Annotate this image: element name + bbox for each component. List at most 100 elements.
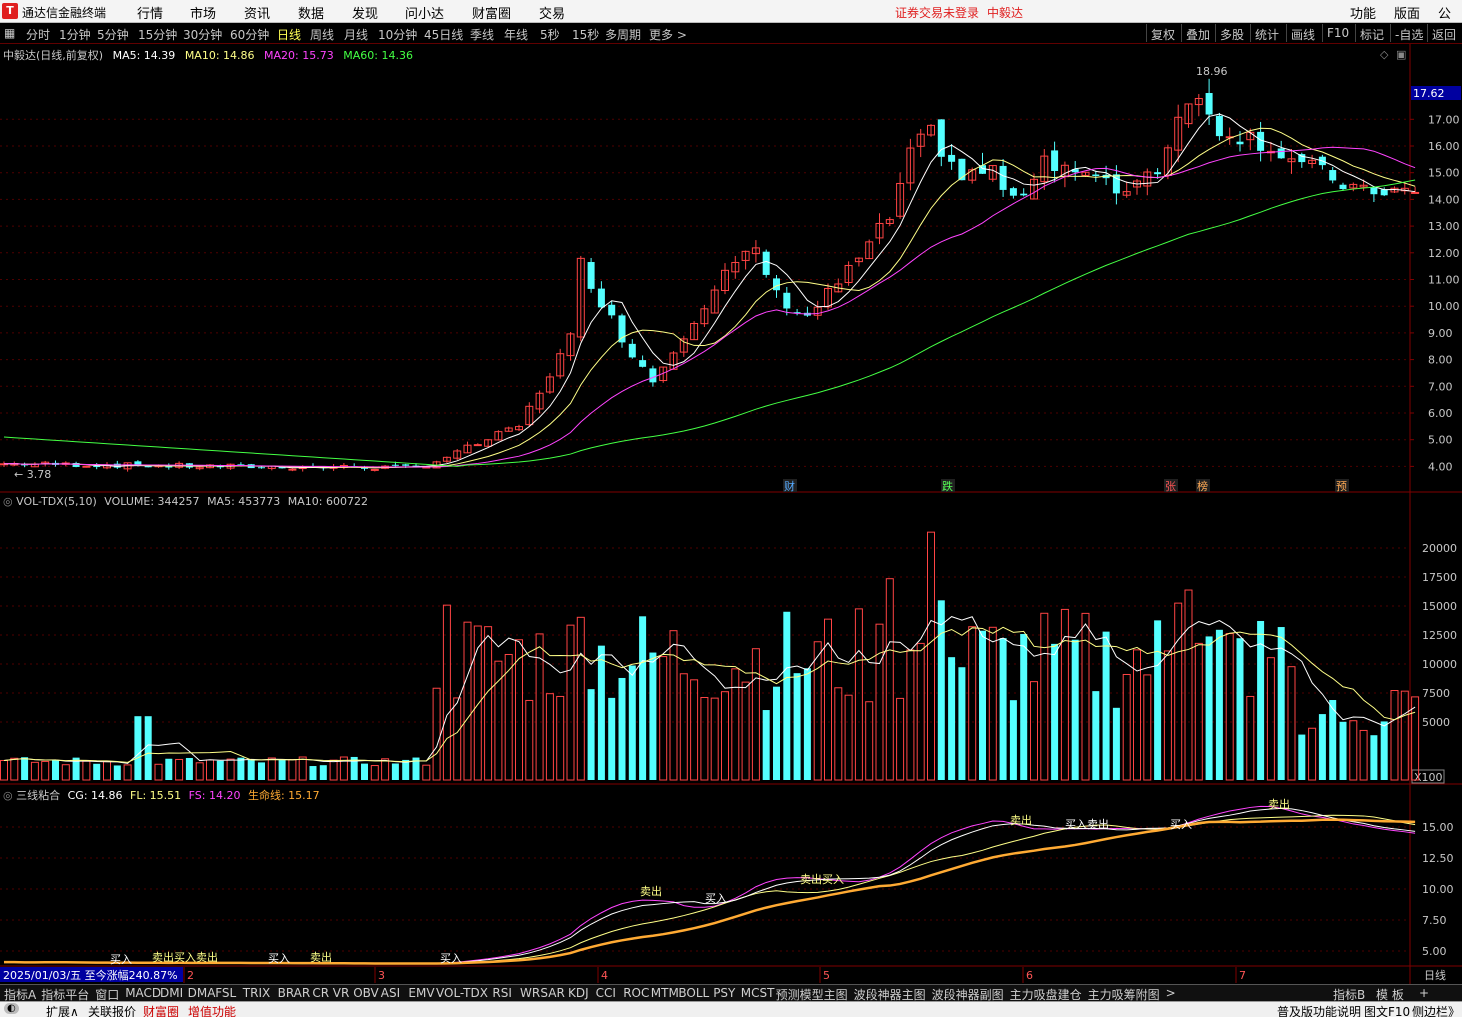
collapse-icon[interactable]: ◎	[3, 495, 13, 508]
indicator-right-tab-2[interactable]: +	[1419, 986, 1429, 1000]
low-price-label: ← 3.78	[14, 468, 51, 481]
month-label: 2	[187, 969, 194, 982]
volume-bar-up	[206, 759, 214, 781]
price-axis-label: 12.00	[1428, 247, 1460, 260]
indicator-tab-21[interactable]: MTM	[651, 986, 679, 1000]
volume-bar-down	[216, 760, 224, 780]
feature-guide-link[interactable]: 普及版功能说明	[1277, 1003, 1361, 1017]
candle-body-down	[402, 464, 410, 466]
price-axis-label: 11.00	[1428, 274, 1460, 287]
indicator-tab-3[interactable]: MACD	[125, 986, 161, 1000]
indicator-tab-5[interactable]: DMA	[188, 986, 216, 1000]
volume-bar-up	[535, 633, 544, 781]
indicator-tab-10[interactable]: VR	[333, 986, 350, 1000]
volume-bar-up	[1225, 633, 1234, 781]
volume-bar-up	[267, 757, 276, 781]
indicator-tab-6[interactable]: FSL	[215, 986, 236, 1000]
volume-bar-up	[432, 687, 441, 781]
ma10-value: MA10: 14.86	[184, 49, 255, 62]
volume-bar-up	[710, 697, 719, 781]
volume-bar-down	[247, 759, 255, 780]
indicator-tab-19[interactable]: CCI	[596, 986, 616, 1000]
trade-signal: 卖出	[1268, 797, 1290, 811]
volume-bar-up	[731, 668, 740, 781]
toggle-icon[interactable]: ◐	[4, 1003, 19, 1014]
volume-bar-up	[288, 759, 297, 781]
trade-signal: 卖出	[640, 884, 662, 898]
volume-bar-down	[258, 762, 265, 780]
indicator-tab-7[interactable]: TRIX	[243, 986, 270, 1000]
ma10-line	[3, 127, 1416, 469]
candle-body-down	[72, 463, 80, 467]
value-added-button[interactable]: 增值功能	[188, 1003, 236, 1017]
indicator-tab-18[interactable]: KDJ	[568, 986, 589, 1000]
indicator-tab-9[interactable]: CR	[312, 986, 329, 1000]
event-marker: 张	[1165, 480, 1176, 493]
volume-bar-up	[370, 765, 379, 781]
volume-bar-down	[762, 710, 770, 780]
volume-bar-up	[968, 626, 977, 781]
indicator-tab-17[interactable]: SAR	[540, 986, 564, 1000]
volume-bar-up	[298, 756, 307, 781]
indicator-tab-30[interactable]: >	[1166, 986, 1176, 1000]
indicator-tab-13[interactable]: EMV	[408, 986, 434, 1000]
volume-bar-down	[1380, 721, 1388, 780]
indicator-tab-24[interactable]: MCST	[741, 986, 775, 1000]
indicator-tab-8[interactable]: BRAR	[278, 986, 311, 1000]
volume-bar-down	[803, 668, 811, 780]
indicator-tab-14[interactable]: VOL-TDX	[436, 986, 488, 1000]
indicator-tab-23[interactable]: PSY	[713, 986, 735, 1000]
expand-button[interactable]: 扩展∧	[46, 1003, 79, 1017]
trade-signal: 卖出	[1010, 813, 1032, 827]
indicator-tab-4[interactable]: DMI	[160, 986, 183, 1000]
collapse-icon[interactable]: ◎	[3, 789, 13, 802]
indicator-tab-12[interactable]: ASI	[381, 986, 400, 1000]
candle-body-down	[1020, 193, 1028, 196]
ma20-line	[3, 146, 1416, 468]
stock-chart[interactable]: 17.00 16.00 15.00 14.00 13.00 12.00 11.00 10.00…	[0, 0, 1462, 1017]
volume-pane-title: VOL-TDX(5,10)	[16, 495, 97, 508]
sidebar-toggle[interactable]: 侧边栏》	[1412, 1003, 1460, 1017]
indicator-tab-16[interactable]: WR	[520, 986, 540, 1000]
wealth-circle-button[interactable]: 财富圈	[143, 1003, 179, 1017]
volume-bar-up	[659, 656, 668, 781]
time-axis-period-label: 日线	[1424, 968, 1446, 982]
indicator-tab-22[interactable]: BOLL	[678, 986, 709, 1000]
trade-signal: 买入	[705, 892, 727, 905]
candle-body-down	[999, 165, 1007, 190]
volume-bar-up	[1163, 650, 1172, 781]
volume-bar-up	[896, 697, 905, 781]
volume-bar-up	[154, 763, 163, 781]
volume-bar-up	[453, 697, 462, 781]
volume-bar-down	[649, 652, 657, 780]
candle-body-down	[948, 154, 956, 162]
volume-bar-down	[1215, 629, 1223, 780]
volume-bar-down	[1205, 636, 1213, 780]
indicator-tab-20[interactable]: ROC	[623, 986, 649, 1000]
volume-bar-up	[556, 695, 565, 781]
volume-bar-up	[1400, 690, 1409, 781]
candle-body-down	[1154, 172, 1162, 175]
volume-bar-down	[93, 763, 101, 780]
main-pane-title: 中毅达(日线,前复权)	[3, 49, 104, 62]
related-quotes-button[interactable]: 关联报价	[88, 1003, 136, 1017]
volume-bar-up	[195, 762, 204, 781]
volume-bar-down	[979, 630, 986, 780]
volume-bar-up	[566, 624, 575, 781]
candle-body-down	[1257, 131, 1265, 151]
volume-bar-down	[1339, 721, 1347, 780]
candle-body-down	[1370, 187, 1378, 195]
price-axis-label: 13.00	[1428, 220, 1460, 233]
candle-body-down	[937, 119, 945, 157]
volume-bar-down	[937, 600, 945, 780]
volume-bar-down	[783, 611, 791, 780]
candle-body-down	[1215, 115, 1223, 137]
indicator-tab-15[interactable]: RSI	[492, 986, 512, 1000]
f10-button[interactable]: 图文F10	[1364, 1003, 1410, 1017]
event-marker: 财	[784, 479, 795, 493]
candle-body-down	[258, 467, 265, 469]
indicator-tab-11[interactable]: OBV	[353, 986, 379, 1000]
volume-bar-down	[402, 759, 410, 780]
volume-axis-label: 7500	[1422, 687, 1450, 700]
volume-bar-up	[1287, 666, 1296, 781]
